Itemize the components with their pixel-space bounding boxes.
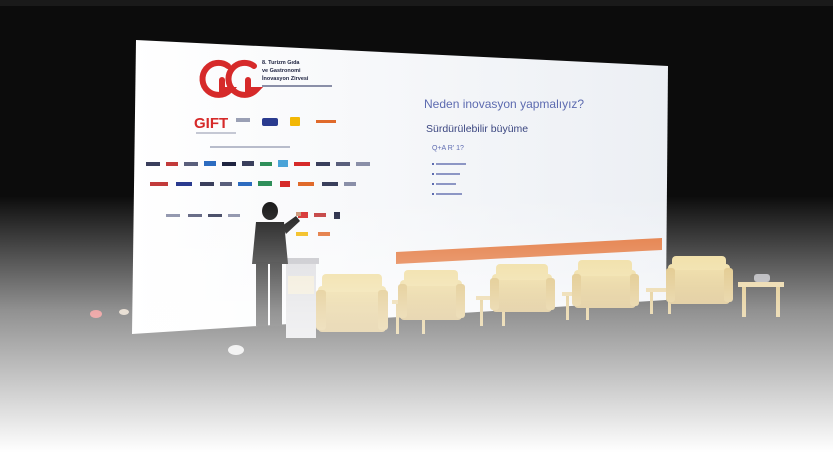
sponsor-row-caption — [210, 146, 290, 148]
slide-qa-line: Q+A R' 1? — [432, 145, 464, 152]
partner-logo-3 — [316, 120, 336, 123]
summit-title-line-3: İnovasyon Zirvesi — [262, 75, 309, 82]
gift-subtext — [236, 118, 250, 122]
summit-date-line — [262, 85, 332, 87]
summit-title-line-2: ve Gastronomi — [262, 68, 301, 74]
floor-fade-overlay — [0, 196, 833, 452]
slide-subheading: Sürdürülebilir büyüme — [426, 123, 528, 135]
partner-logo-2 — [290, 117, 300, 126]
slide-heading: Neden inovasyon yapmalıyız? — [424, 97, 584, 111]
summit-title-line-1: 8. Turizm Gıda — [262, 60, 300, 66]
gift-caption — [196, 132, 236, 134]
partner-logo-1 — [262, 118, 278, 126]
photo-frame: 8. Turizm Gıda ve Gastronomi İnovasyon Z… — [0, 0, 833, 452]
top-edge — [0, 0, 833, 6]
stage-scene: 8. Turizm Gıda ve Gastronomi İnovasyon Z… — [0, 0, 833, 452]
gift-logo: GIFT — [194, 115, 228, 132]
